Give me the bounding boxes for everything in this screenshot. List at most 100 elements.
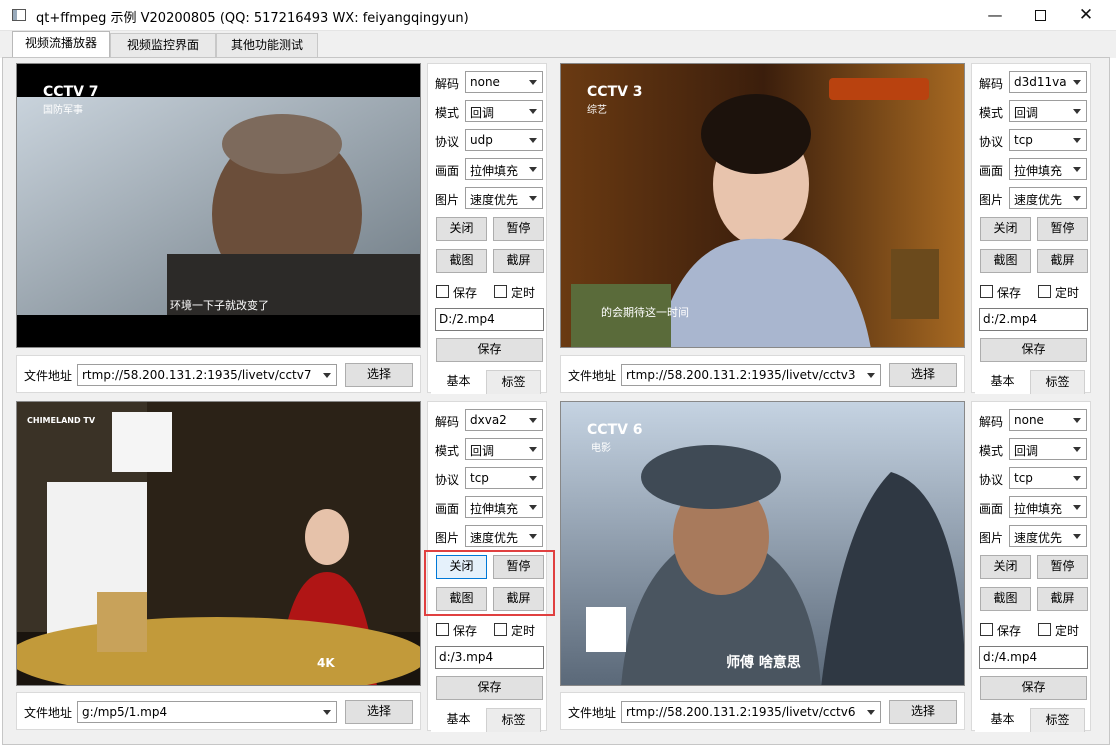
save-checkbox[interactable]: [436, 623, 449, 636]
image-combo[interactable]: 速度优先: [465, 187, 543, 209]
timer-checkbox[interactable]: [494, 623, 507, 636]
timer-checkbox[interactable]: [1038, 623, 1051, 636]
file-address-combo[interactable]: rtmp://58.200.131.2:1935/livetv/cctv3: [621, 364, 881, 386]
save-button[interactable]: 保存: [436, 676, 543, 700]
window-title: qt+ffmpeg 示例 V20200805 (QQ: 517216493 WX…: [36, 11, 469, 26]
snapshot-button[interactable]: 截图: [436, 249, 487, 273]
chevron-down-icon: [529, 167, 537, 172]
tab-tags[interactable]: 标签: [1030, 370, 1085, 394]
picture-combo[interactable]: 拉伸填充: [1009, 496, 1087, 518]
channel-subtitle: 国防军事: [43, 105, 83, 116]
protocol-label: 协议: [979, 135, 1004, 149]
save-button[interactable]: 保存: [980, 338, 1087, 362]
highlight-box: [424, 550, 555, 616]
chevron-down-icon: [1073, 167, 1081, 172]
video-display[interactable]: CCTV 7 国防军事 环境一下子就改变了: [16, 63, 421, 348]
image-label: 图片: [979, 193, 1004, 207]
decode-value: d3d11va: [1014, 75, 1067, 89]
save-checkbox[interactable]: [436, 285, 449, 298]
save-path-input[interactable]: D:/2.mp4: [435, 308, 544, 331]
protocol-label: 协议: [979, 473, 1004, 487]
protocol-combo[interactable]: tcp: [465, 467, 543, 489]
tab-basic[interactable]: 基本: [975, 708, 1030, 732]
save-checkbox-label: 保存: [997, 624, 1022, 638]
save-path-value: d:/4.mp4: [983, 650, 1038, 664]
chevron-down-icon: [529, 138, 537, 143]
save-checkbox[interactable]: [980, 623, 993, 636]
video-display[interactable]: CCTV 6 电影 师傅 啥意思: [560, 401, 965, 686]
chevron-down-icon: [1073, 534, 1081, 539]
mode-combo[interactable]: 回调: [1009, 438, 1087, 460]
close-window-button[interactable]: ✕: [1063, 0, 1109, 31]
decode-combo[interactable]: d3d11va: [1009, 71, 1087, 93]
mode-combo[interactable]: 回调: [465, 438, 543, 460]
save-path-input[interactable]: d:/4.mp4: [979, 646, 1088, 669]
image-combo[interactable]: 速度优先: [1009, 525, 1087, 547]
file-address-value: g:/mp5/1.mp4: [82, 705, 168, 719]
chevron-down-icon: [1073, 447, 1081, 452]
close-button[interactable]: 关闭: [980, 217, 1031, 241]
save-path-input[interactable]: d:/3.mp4: [435, 646, 544, 669]
pause-button[interactable]: 暂停: [1037, 555, 1088, 579]
screen-capture-button[interactable]: 截屏: [1037, 587, 1088, 611]
snapshot-button[interactable]: 截图: [980, 587, 1031, 611]
channel-subtitle: 综艺: [587, 105, 607, 116]
file-address-bar: 文件地址 g:/mp5/1.mp4 选择: [16, 692, 421, 730]
image-combo[interactable]: 速度优先: [465, 525, 543, 547]
protocol-combo[interactable]: udp: [465, 129, 543, 151]
select-button[interactable]: 选择: [889, 700, 957, 724]
save-checkbox[interactable]: [980, 285, 993, 298]
tab-tags[interactable]: 标签: [486, 370, 541, 394]
tab-basic[interactable]: 基本: [975, 370, 1030, 394]
channel-logo: CCTV 3: [587, 84, 643, 100]
save-button[interactable]: 保存: [436, 338, 543, 362]
picture-combo[interactable]: 拉伸填充: [465, 496, 543, 518]
timer-checkbox-label: 定时: [1055, 624, 1080, 638]
video-display[interactable]: CHIMELAND TV 4K: [16, 401, 421, 686]
select-button[interactable]: 选择: [889, 363, 957, 387]
close-button[interactable]: 关闭: [980, 555, 1031, 579]
picture-combo[interactable]: 拉伸填充: [1009, 158, 1087, 180]
decode-combo[interactable]: none: [465, 71, 543, 93]
chevron-down-icon: [529, 534, 537, 539]
tab-basic[interactable]: 基本: [431, 708, 486, 732]
protocol-value: udp: [470, 133, 493, 147]
video-display[interactable]: CCTV 3 综艺 的会期待这一时间: [560, 63, 965, 348]
chevron-down-icon: [323, 373, 331, 378]
file-address-combo[interactable]: g:/mp5/1.mp4: [77, 701, 337, 723]
tab-basic[interactable]: 基本: [431, 370, 486, 394]
save-button[interactable]: 保存: [980, 676, 1087, 700]
timer-checkbox[interactable]: [1038, 285, 1051, 298]
tab-video-player[interactable]: 视频流播放器: [12, 31, 110, 58]
select-button[interactable]: 选择: [345, 700, 413, 724]
timer-checkbox[interactable]: [494, 285, 507, 298]
pause-button[interactable]: 暂停: [1037, 217, 1088, 241]
protocol-combo[interactable]: tcp: [1009, 467, 1087, 489]
screen-capture-button[interactable]: 截屏: [1037, 249, 1088, 273]
tab-tags[interactable]: 标签: [1030, 708, 1085, 732]
save-path-input[interactable]: d:/2.mp4: [979, 308, 1088, 331]
decode-combo[interactable]: none: [1009, 409, 1087, 431]
picture-combo[interactable]: 拉伸填充: [465, 158, 543, 180]
snapshot-button[interactable]: 截图: [980, 249, 1031, 273]
minimize-button[interactable]: —: [972, 0, 1018, 31]
pause-button[interactable]: 暂停: [493, 217, 544, 241]
file-address-combo[interactable]: rtmp://58.200.131.2:1935/livetv/cctv7: [77, 364, 337, 386]
maximize-button[interactable]: [1017, 0, 1063, 31]
screen-capture-button[interactable]: 截屏: [493, 249, 544, 273]
tab-tags[interactable]: 标签: [486, 708, 541, 732]
picture-value: 拉伸填充: [470, 502, 519, 516]
mode-combo[interactable]: 回调: [465, 100, 543, 122]
chevron-down-icon: [323, 710, 331, 715]
tab-video-monitor[interactable]: 视频监控界面: [110, 33, 216, 58]
decode-combo[interactable]: dxva2: [465, 409, 543, 431]
chevron-down-icon: [529, 109, 537, 114]
mode-combo[interactable]: 回调: [1009, 100, 1087, 122]
image-combo[interactable]: 速度优先: [1009, 187, 1087, 209]
file-address-combo[interactable]: rtmp://58.200.131.2:1935/livetv/cctv6: [621, 701, 881, 723]
protocol-combo[interactable]: tcp: [1009, 129, 1087, 151]
protocol-label: 协议: [435, 135, 460, 149]
close-button[interactable]: 关闭: [436, 217, 487, 241]
select-button[interactable]: 选择: [345, 363, 413, 387]
tab-other-tests[interactable]: 其他功能测试: [216, 33, 318, 58]
